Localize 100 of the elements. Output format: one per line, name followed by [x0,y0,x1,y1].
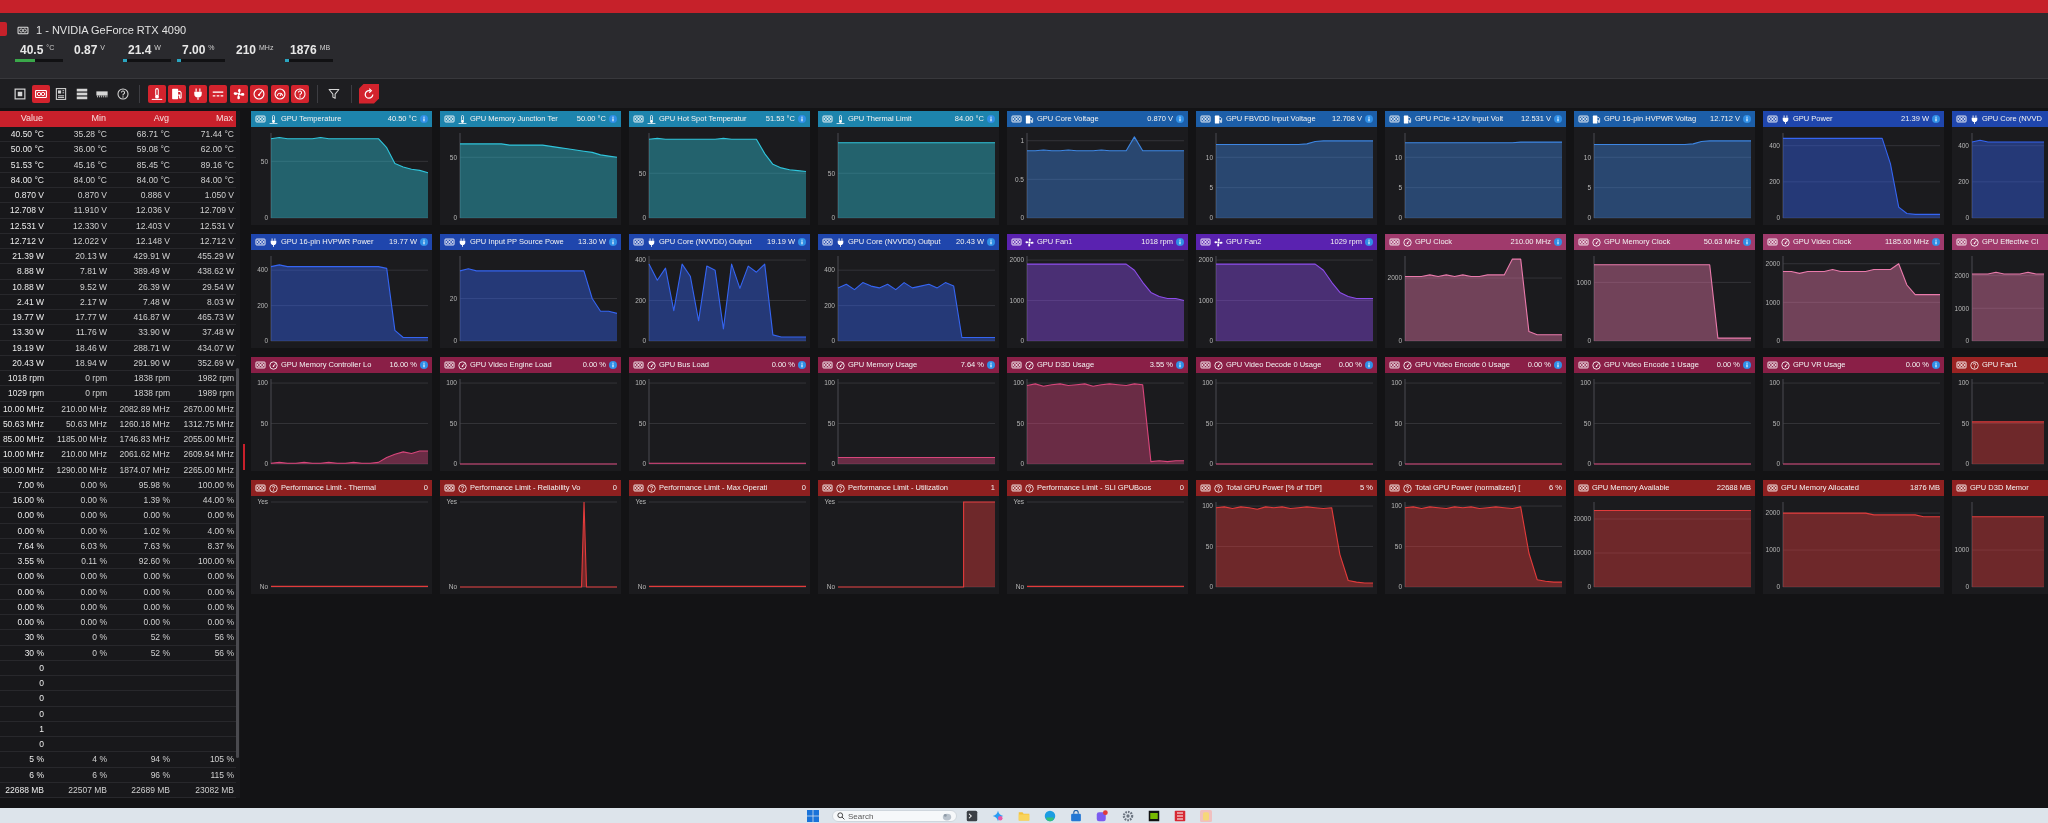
table-cell-text: 0.00 % [206,601,235,612]
sparkle-icon[interactable] [992,810,1004,822]
gpu-card-icon [1200,237,1211,247]
table-cell-text: 18.94 W [74,357,108,368]
gauge-icon [1592,360,1601,370]
table-cell-text: 22688 MB [4,784,45,795]
help-icon [269,483,278,493]
gpu-card-icon [1389,114,1400,124]
table-cell-text: 8.37 % [206,540,235,551]
table-cell-text: 0 [38,678,45,689]
plug-icon [1781,114,1790,124]
help-icon [1970,360,1979,370]
table-cell-text: 94 % [149,754,171,765]
app-icon[interactable] [1148,810,1160,822]
table-cell-text: 52 % [149,632,171,643]
table-cell-text: 96 % [149,769,171,780]
help-icon [1214,483,1223,493]
table-cell-text: 68.71 °C [135,129,171,140]
reading-value: 210 [236,43,257,57]
gpu-card-icon [34,87,47,100]
table-cell-text: 29.54 W [201,281,235,292]
table-cell-text: 429.91 W [132,251,171,262]
table-cell-text: 12.330 V [71,220,108,231]
table-cell-text: 0.00 % [142,601,171,612]
chip-icon [14,87,26,100]
device-filter-button[interactable] [31,84,50,103]
table-cell-text: 17.77 W [74,312,108,323]
table-cell-text: 2082.89 MHz [118,403,171,414]
plug-icon [191,87,204,100]
table-cell-text: 0.00 % [142,617,171,628]
gpu-card-icon [822,483,833,493]
splitter-handle[interactable] [243,444,245,470]
sensor-filter-button[interactable] [168,84,186,103]
table-cell-text: 210.00 MHz [60,403,108,414]
table-cell-text: 51.53 °C [9,159,45,170]
sensor-filter-button[interactable] [250,84,268,103]
sensor-filter-button[interactable] [209,84,227,103]
chat-icon[interactable] [1096,810,1108,822]
table-cell-text: 84.00 °C [199,174,235,185]
sensor-filter-button[interactable] [147,84,166,103]
table-cell-text: 9.52 W [79,281,108,292]
table-cell-text: 1.39 % [142,495,171,506]
column-header: Min [90,112,107,126]
gpu-card-icon [1389,483,1400,493]
gpu-card-icon [444,483,455,493]
table-cell-text: 52 % [149,647,171,658]
gpu-card-icon [1578,114,1589,124]
gpu-card-icon [633,114,644,124]
sensor-filter-button[interactable] [270,84,289,103]
reading-value: 40.5 [20,43,44,57]
scrollbar-thumb[interactable] [236,368,239,758]
table-cell-text: 3.55 % [16,556,45,567]
start-button[interactable] [807,810,819,822]
fuel-pump-icon [1592,114,1601,124]
gauge-icon [253,87,265,100]
table-cell-text: 36.00 °C [72,144,108,155]
table-cell-text: 56 % [213,632,235,643]
sensor-filter-button[interactable] [291,84,309,103]
table-cell-text: 1 [38,723,45,734]
plug-icon [458,237,467,247]
table-cell-text: 62.00 °C [199,144,235,155]
table-cell-text: 210.00 MHz [60,449,108,460]
table-cell-text: 0.00 % [142,571,171,582]
table-cell-text: 20.43 W [11,357,45,368]
table-cell-text: 7.48 W [142,296,171,307]
table-cell-text: 7.81 W [79,266,108,277]
gpu-card-icon [1578,360,1589,370]
table-cell-text: 6 % [91,769,108,780]
table-cell-text: 12.708 V [8,205,45,216]
table-cell-text: 455.29 W [196,251,235,262]
gauge-icon [458,360,467,370]
sensor-filter-button[interactable] [229,84,248,103]
fuel-pump-icon [171,87,183,100]
bag-icon[interactable] [1070,810,1082,822]
gpu-card-icon [255,114,266,124]
table-cell-text: 84.00 °C [135,174,171,185]
help-icon [1025,483,1034,493]
gpu-card-icon [1011,483,1022,493]
gpu-card-icon [1389,237,1400,247]
help-icon [294,87,306,100]
table-cell-text: 12.148 V [134,235,171,246]
table-cell-text: 10.00 MHz [1,403,45,414]
search-field[interactable]: Search [832,810,957,822]
table-cell-text: 7.64 % [16,540,45,551]
thermometer-icon [269,114,278,124]
table-cell-text: 18.46 W [74,342,108,353]
terminal-icon[interactable] [966,810,978,822]
table-cell-text: 1874.07 MHz [118,464,171,475]
column-header: Avg [152,112,170,126]
fuel-pump-icon [1025,114,1034,124]
table-cell-text: 1.02 % [142,525,171,536]
plug-icon [647,237,656,247]
fan-icon [1025,237,1034,247]
sensor-filter-button[interactable] [188,84,207,103]
gear-icon[interactable] [1122,810,1134,822]
plug-icon [836,237,845,247]
reset-button[interactable] [359,83,379,104]
table-cell-text: 0.00 % [79,525,108,536]
gpu-card-icon [633,360,644,370]
table-cell-text: 22507 MB [67,784,108,795]
